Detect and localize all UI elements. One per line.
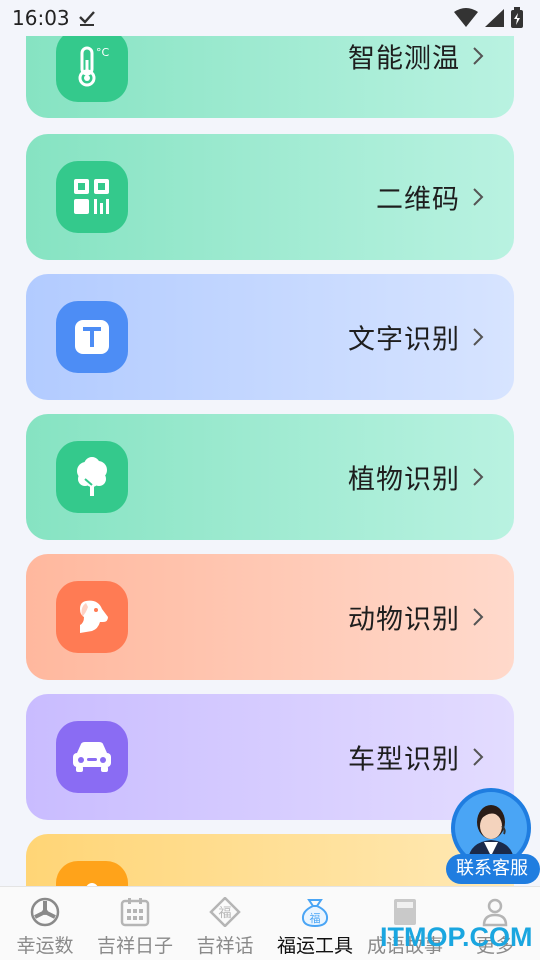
tab-label: 幸运数	[16, 935, 74, 957]
tab-fortune-tools[interactable]: 福 福运工具	[270, 887, 360, 960]
svg-text:福: 福	[218, 906, 231, 921]
tool-label: 植物识别	[348, 464, 460, 496]
chevron-right-icon	[473, 608, 484, 626]
tab-auspicious-days[interactable]: 吉祥日子	[90, 887, 180, 960]
tab-lucky-number[interactable]: 幸运数	[0, 887, 90, 960]
lucky-wheel-icon	[30, 897, 60, 927]
thermometer-icon: °C	[78, 46, 110, 87]
tool-label: 二维码	[376, 184, 460, 216]
tool-icon-box	[56, 721, 128, 793]
qr-code-icon	[74, 179, 109, 214]
check-download-icon	[78, 11, 95, 26]
tool-label: 车型识别	[348, 744, 460, 776]
chevron-right-icon	[473, 468, 484, 486]
tool-icon-box	[56, 301, 128, 373]
battery-icon	[511, 7, 523, 28]
tool-icon-box	[56, 441, 128, 513]
watermark-text: ITMOP.COM	[380, 922, 533, 952]
calendar-icon	[120, 898, 150, 927]
tree-icon	[77, 457, 107, 496]
chevron-right-icon	[473, 748, 484, 766]
tab-label: 吉祥话	[196, 935, 254, 957]
tool-label: 动物识别	[348, 604, 460, 636]
fu-diamond-icon: 福	[209, 897, 241, 927]
tool-label: 智能测温	[348, 43, 460, 75]
dog-icon	[80, 600, 108, 633]
customer-service-button[interactable]: 联系客服	[444, 786, 540, 886]
svg-text:福: 福	[310, 911, 321, 925]
tool-label: 文字识别	[348, 324, 460, 356]
tab-label: 吉祥日子	[96, 935, 173, 957]
text-recognition-icon	[75, 320, 109, 354]
car-icon	[73, 742, 111, 772]
chevron-right-icon	[473, 328, 484, 346]
chevron-right-icon	[473, 188, 484, 206]
tool-card-plant-recognition[interactable]: 植物识别	[26, 414, 514, 540]
status-left: 16:03	[12, 6, 96, 30]
cell-signal-icon	[485, 9, 504, 27]
tool-card-car-recognition[interactable]: 车型识别	[26, 694, 514, 820]
tool-card-animal-recognition[interactable]: 动物识别	[26, 554, 514, 680]
wifi-icon	[454, 8, 478, 27]
chevron-right-icon	[473, 47, 484, 65]
status-time: 16:03	[12, 6, 70, 30]
tool-icon-box: °C	[56, 30, 128, 102]
tool-card-qr-code[interactable]: 二维码	[26, 134, 514, 260]
tool-card-text-recognition[interactable]: 文字识别	[26, 274, 514, 400]
tool-icon-box	[56, 161, 128, 233]
status-right	[454, 7, 524, 29]
customer-service-label: 联系客服	[456, 858, 528, 879]
fu-bag-icon: 福	[301, 899, 329, 927]
tool-icon-box	[56, 581, 128, 653]
tab-blessing-words[interactable]: 福 吉祥话	[180, 887, 270, 960]
tab-label: 福运工具	[276, 935, 353, 957]
status-bar: 16:03	[0, 0, 540, 36]
svg-text:°C: °C	[96, 46, 110, 59]
